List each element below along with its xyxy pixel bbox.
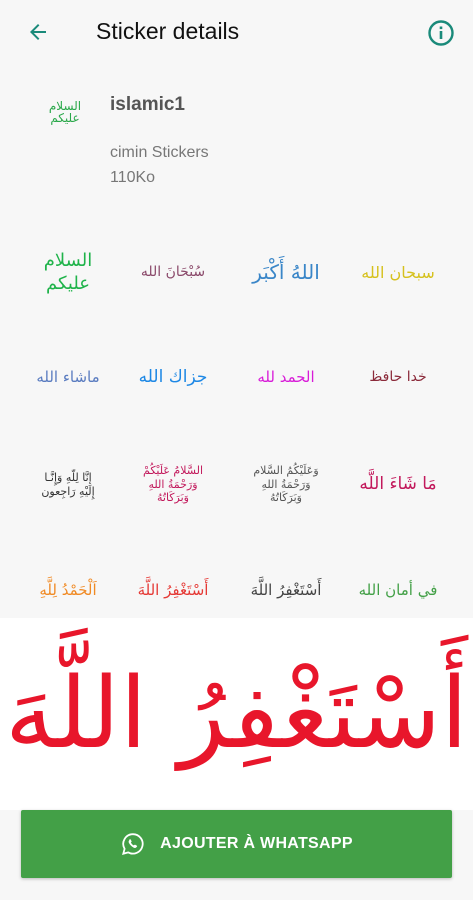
sticker-text-line: وَبَرَكَاتُهُ [270,491,302,505]
sticker-text-line: ماشاء الله [36,368,100,387]
sticker-text-line: إِلَيْهِ رَاجِعون [41,484,95,498]
back-button[interactable] [20,14,56,50]
sticker-text-line: وَعَلَيْكُمُ السَّلام [253,463,319,477]
add-to-whatsapp-label: AJOUTER À WHATSAPP [160,835,353,852]
sticker-text-line: أَسْتَغْفِرُ اللَّهَ [137,581,209,600]
sticker-item[interactable]: وَعَلَيْكُمُ السَّلام وَرَحْمَةُ اللهِ وَب… [236,432,336,537]
pack-tray-icon: السلام عليكم [40,92,90,132]
sticker-text-line: وَرَحْمَةُ اللهِ [148,477,198,491]
sticker-text-line: إنَّا لِلّهِ وَإِنَّـا [44,470,92,484]
pack-publisher: cimin Stickers [110,144,209,161]
sticker-text-line: سُبْحَانَ الله [140,263,206,280]
add-to-whatsapp-button[interactable]: AJOUTER À WHATSAPP [21,810,452,878]
sticker-item[interactable]: السَّلامُ عَلَيْكُمْ وَرَحْمَةُ اللهِ وَبَ… [123,432,223,537]
sticker-item[interactable]: جزاك الله [123,325,223,430]
page-title: Sticker details [96,18,240,44]
sticker-item[interactable]: مَا شَاءَ اللَّه [348,432,448,537]
sticker-item[interactable]: الحمد لله [236,325,336,430]
sticker-text-line: السلام [43,250,93,271]
sticker-item[interactable]: سبحان الله [348,220,448,325]
sticker-text-line: اللهُ أَكْبَر [252,260,320,284]
sticker-text-line: في أمان الله [358,581,438,600]
arrow-left-icon [30,24,46,40]
sticker-item[interactable]: السلام عليكم [18,220,118,325]
info-button[interactable] [424,16,458,50]
sticker-item[interactable]: خدا حافظ [348,325,448,430]
sticker-text-line: جزاك الله [138,366,208,387]
sticker-item[interactable]: إنَّا لِلّهِ وَإِنَّـا إِلَيْهِ رَاجِعون [18,432,118,537]
pack-thumb-line2: عليكم [50,111,80,125]
sticker-item[interactable]: سُبْحَانَ الله [123,220,223,325]
sticker-text-line: وَبَرَكَاتُهُ [157,491,189,505]
sticker-text-line: وَرَحْمَةُ اللهِ [261,477,311,491]
sticker-text-line: مَا شَاءَ اللَّه [359,473,437,494]
info-circle-icon [428,20,454,46]
sticker-text-line: خدا حافظ [369,368,427,385]
sticker-text-line: عليكم [45,272,91,294]
sticker-item[interactable]: اللهُ أَكْبَر [236,220,336,325]
app-bar: Sticker details [0,0,473,66]
sticker-text-line: أَسْتَغْفِرُ اللَّهَ [250,581,322,600]
sticker-text-line: اَلْحَمْدُ لِلَّهِ [39,581,97,600]
sticker-text-line: السَّلامُ عَلَيْكُمْ [143,463,204,477]
sticker-text-line: سبحان الله [361,262,435,282]
sticker-preview: أَسْتَغْفِرُ اللَّهَ [0,618,473,810]
sticker-item[interactable]: ماشاء الله [18,325,118,430]
sticker-text-line: الحمد لله [257,368,315,387]
pack-size: 110Ko [110,169,156,186]
whatsapp-icon [120,831,146,857]
sticker-preview-text: أَسْتَغْفِرُ اللَّهَ [4,657,469,771]
pack-name: islamic1 [110,94,185,115]
